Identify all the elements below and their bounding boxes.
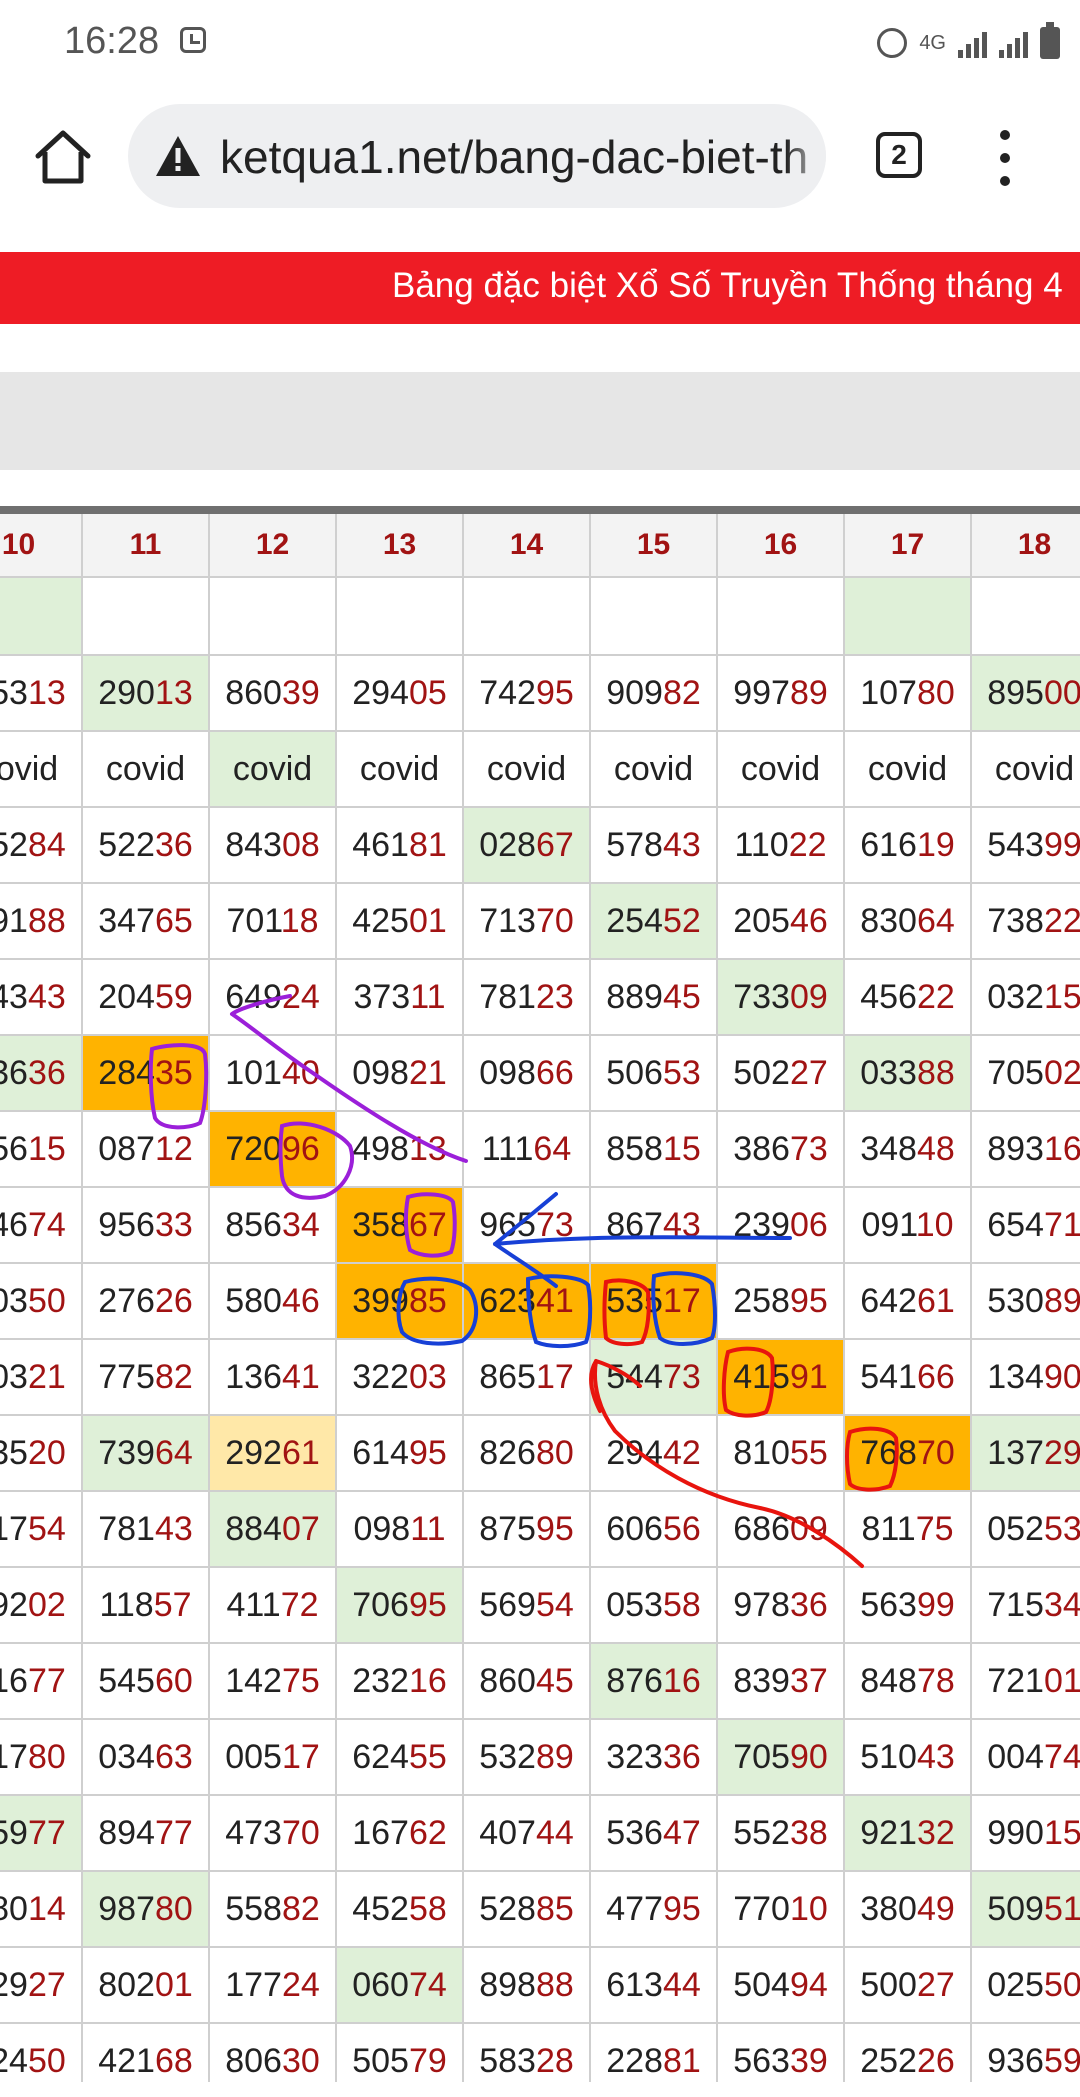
status-bar: 16:28 4G: [0, 0, 1080, 86]
address-bar[interactable]: ketqua1.net/bang-dac-biet-th: [128, 104, 826, 208]
blue-box-2: [525, 1274, 593, 1349]
network-type: 4G: [919, 32, 946, 54]
results-table: 1011121314151617187531329013860392940574…: [0, 506, 1080, 2097]
blue-box-1: [396, 1276, 479, 1346]
signal-icon: [958, 28, 987, 58]
purple-arrow: [230, 994, 468, 1163]
bottom-edge: [0, 2082, 1080, 2097]
red-box-2: [721, 1346, 775, 1418]
blue-box-3: [651, 1271, 717, 1346]
url-text: ketqua1.net/bang-dac-biet-th: [220, 131, 809, 183]
url-fade: [786, 104, 826, 208]
red-box-3: [845, 1426, 899, 1492]
purple-box-1: [148, 1043, 209, 1130]
tab-switcher-button[interactable]: 2: [876, 132, 922, 178]
purple-box-3: [403, 1192, 457, 1258]
ad-placeholder: [0, 372, 1080, 470]
status-icons: 4G: [877, 18, 1060, 68]
alarm-icon: [877, 28, 908, 58]
purple-box-2: [278, 1121, 354, 1200]
page-banner: Bảng đặc biệt Xổ Số Truyền Thống tháng 4: [0, 252, 1080, 324]
banner-title: Bảng đặc biệt Xổ Số Truyền Thống tháng 4: [392, 266, 1063, 305]
home-icon[interactable]: [30, 124, 96, 190]
battery-icon: [1040, 22, 1060, 59]
browser-toolbar: ketqua1.net/bang-dac-biet-th 2: [0, 86, 1080, 228]
status-time: 16:28: [64, 20, 160, 62]
warning-icon[interactable]: [154, 134, 202, 178]
more-vert-icon[interactable]: [990, 130, 1020, 186]
red-arrow: [589, 1359, 864, 1568]
drawing-overlay: [148, 994, 899, 1568]
blue-arrow: [493, 1192, 792, 1288]
screenshot-icon: [180, 27, 206, 53]
signal-icon-2: [999, 28, 1028, 58]
red-box-1: [602, 1278, 651, 1347]
